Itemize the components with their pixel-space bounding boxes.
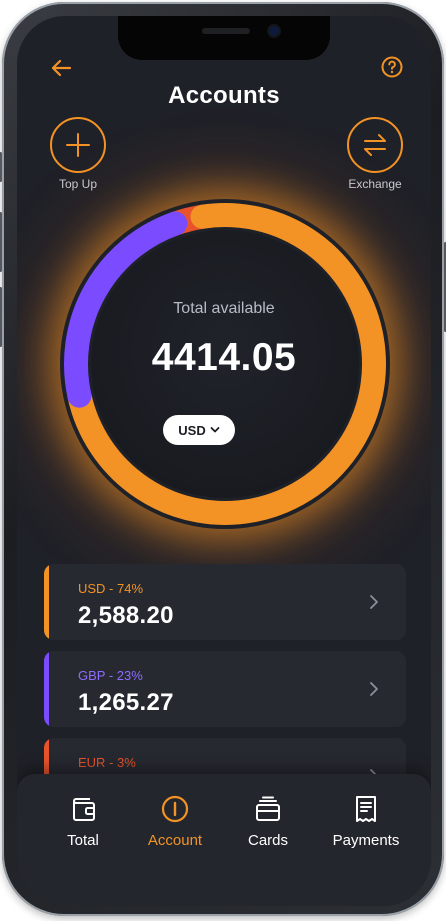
tab-bar: Total Account Cards Payments: [17, 774, 431, 906]
tab-account[interactable]: Account: [130, 794, 220, 849]
account-color-bar: [44, 564, 49, 640]
wallet-icon: [73, 798, 95, 821]
top-up-button[interactable]: [50, 117, 106, 173]
tab-label: Cards: [247, 832, 288, 849]
cards-icon: [256, 796, 280, 821]
account-balance: 1,265.27: [78, 689, 174, 716]
volume-down-button: [0, 287, 2, 347]
top-up-label: Top Up: [58, 177, 98, 191]
tab-total[interactable]: Total: [38, 794, 128, 849]
plus-icon: [66, 133, 90, 157]
chevron-right-icon: [370, 682, 378, 696]
account-label: EUR - 3%: [78, 755, 136, 770]
account-label: USD - 74%: [78, 581, 144, 596]
exchange-label: Exchange: [348, 177, 402, 191]
account-color-bar: [44, 651, 49, 727]
tab-label: Payments: [332, 832, 400, 849]
receipt-icon: [356, 796, 376, 822]
account-card-usd[interactable]: USD - 74% 2,588.20: [44, 564, 406, 640]
currency-label: USD: [178, 422, 206, 438]
swap-arrows-icon: [364, 134, 386, 156]
tab-cards[interactable]: Cards: [223, 794, 313, 849]
volume-up-button: [0, 212, 2, 272]
account-card-gbp[interactable]: GBP - 23% 1,265.27: [44, 651, 406, 727]
chevron-down-icon: [210, 427, 220, 433]
arrow-left-icon[interactable]: [49, 56, 73, 85]
tab-payments[interactable]: Payments: [321, 794, 411, 849]
question-circle-icon[interactable]: [380, 55, 404, 84]
tab-label: Total: [67, 832, 99, 849]
mute-switch: [0, 152, 2, 182]
account-balance: 2,588.20: [78, 602, 174, 629]
speaker-grille: [202, 28, 250, 34]
phone-frame: Accounts Top Up Exchange Total available…: [0, 2, 446, 916]
camera-icon: [269, 26, 279, 36]
account-circle-icon: [161, 795, 189, 823]
tab-label: Account: [147, 832, 203, 849]
page-title: Accounts: [168, 82, 280, 109]
total-amount: 4414.05: [151, 336, 297, 379]
currency-selector[interactable]: USD: [163, 415, 235, 445]
notch: [118, 16, 330, 60]
chevron-right-icon: [370, 595, 378, 609]
app-screen: Accounts Top Up Exchange Total available…: [17, 16, 431, 906]
total-available-label: Total available: [173, 300, 275, 317]
account-label: GBP - 23%: [78, 668, 143, 683]
exchange-button[interactable]: [347, 117, 403, 173]
